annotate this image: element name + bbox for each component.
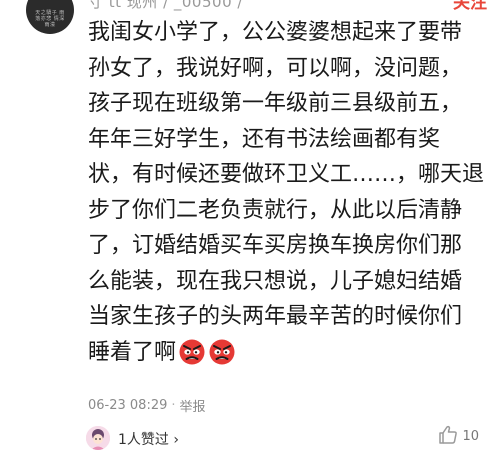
comment-line: 么能装，现在我只想说，儿子媳妇结婚	[88, 268, 463, 294]
cartoon-avatar-icon	[86, 426, 110, 450]
comment-line: 了，订婚结婚买车买房换车换房你们那	[88, 233, 463, 258]
comment-line: 步了你们二老负责就行，从此以后清静	[88, 197, 463, 223]
likes-summary-link[interactable]: 1人赞过 ›	[118, 429, 179, 449]
avatar-text: 天之驕子 雨落亦悲 情深雨濛	[35, 10, 65, 28]
comment-line: 年年三好学生，还有书法绘画都有奖	[88, 126, 441, 152]
like-count: 10	[462, 429, 479, 444]
comment-body: 我闺女小学了，公公婆婆想起来了要带 孙女了，我说好啊，可以啊，没问题， 孩子现在…	[88, 15, 488, 370]
comment-line: 我闺女小学了，公公婆婆想起来了要带	[88, 20, 463, 45]
comment-line: 睡着了啊	[88, 339, 177, 365]
timestamp: 06-23 08:29	[88, 398, 168, 413]
like-button[interactable]: 10	[437, 424, 479, 446]
angry-face-icon	[179, 339, 205, 364]
liker-avatar[interactable]	[86, 426, 110, 450]
report-link[interactable]: 举报	[180, 396, 206, 415]
comment-line: 状，有时候还要做环卫义工……，哪天退	[88, 162, 485, 187]
username[interactable]: 寸 tt 现州 / _00500 /	[88, 0, 243, 12]
comment-meta: 06-23 08:29 · 举报	[88, 396, 206, 415]
comment-line: 当家生孩子的头两年最辛苦的时候你们	[88, 304, 463, 329]
separator: ·	[171, 398, 176, 413]
angry-face-icon	[209, 339, 235, 364]
emoji-row	[178, 337, 236, 365]
thumbs-up-icon	[439, 425, 458, 444]
follow-button[interactable]: 关注	[453, 0, 487, 13]
comment-line: 孙女了，我说好啊，可以啊，没问题，	[88, 55, 463, 81]
comment-line: 孩子现在班级第一年级前三县级前五，	[88, 91, 463, 116]
user-avatar[interactable]: 天之驕子 雨落亦悲 情深雨濛	[26, 0, 74, 34]
comment-last-line: 睡着了啊	[88, 335, 488, 371]
